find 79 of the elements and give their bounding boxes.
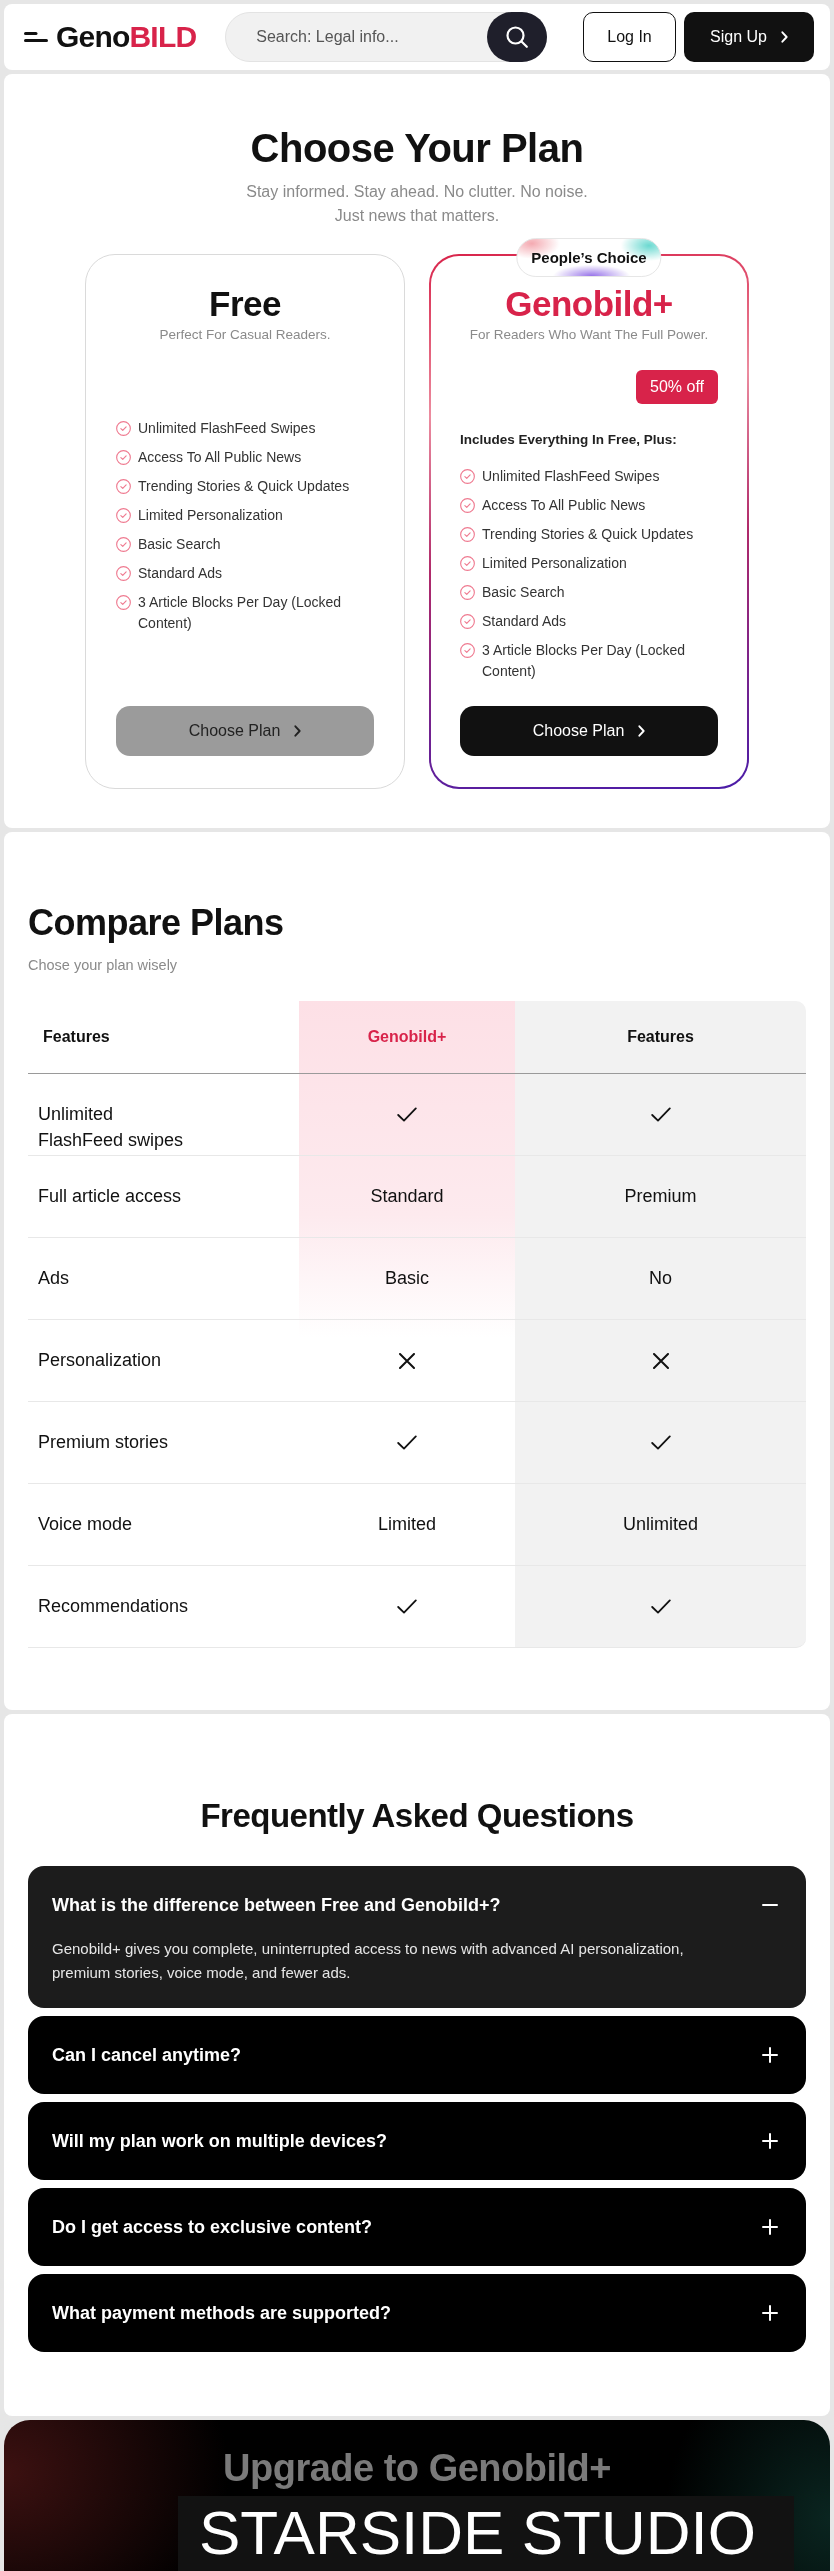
check-circle-icon bbox=[460, 527, 475, 542]
check-icon bbox=[397, 1435, 417, 1450]
faq-question[interactable]: Can I cancel anytime? bbox=[52, 2043, 778, 2067]
faq-question[interactable]: Do I get access to exclusive content? bbox=[52, 2215, 778, 2239]
column-header: Genobild+ bbox=[299, 1001, 515, 1074]
feature-text: Unlimited FlashFeed Swipes bbox=[138, 419, 316, 438]
check-circle-icon bbox=[116, 421, 131, 436]
check-circle-icon bbox=[116, 537, 131, 552]
feature-text: Basic Search bbox=[138, 535, 221, 554]
page-subtitle: Stay informed. Stay ahead. No clutter. No noise. Just news that matters. bbox=[245, 182, 589, 226]
discount-badge: 50% off bbox=[636, 370, 718, 404]
chevron-right-icon bbox=[638, 725, 646, 737]
feature-text: Limited Personalization bbox=[482, 554, 627, 573]
feature-text: 3 Article Blocks Per Day (Locked Content) bbox=[482, 641, 687, 681]
plan-name: Genobild+ bbox=[504, 283, 674, 325]
feature-text: Basic Search bbox=[482, 583, 565, 602]
feature-text: Access To All Public News bbox=[482, 496, 646, 515]
table-cell: Premium bbox=[515, 1156, 806, 1238]
column-header: Features bbox=[515, 1001, 806, 1074]
plus-icon bbox=[762, 2047, 778, 2063]
plus-icon bbox=[762, 2219, 778, 2235]
check-circle-icon bbox=[116, 595, 131, 610]
search-icon bbox=[506, 26, 529, 48]
brand-banner: STARSIDE STUDIO bbox=[178, 2496, 794, 2571]
check-circle-icon bbox=[116, 450, 131, 465]
check-icon bbox=[650, 1599, 671, 1614]
check-icon bbox=[397, 1107, 417, 1122]
table-cell: Standard bbox=[299, 1156, 515, 1238]
faq-question[interactable]: What is the difference between Free and Genobild+? bbox=[52, 1893, 778, 1917]
check-circle-icon bbox=[460, 585, 475, 600]
page-title: Choose Your Plan bbox=[249, 125, 585, 172]
section-subtitle: Chose your plan wisely bbox=[28, 956, 179, 975]
table-cell: No bbox=[515, 1238, 806, 1320]
upgrade-heading: Upgrade to Genobild+ bbox=[222, 2446, 612, 2490]
check-circle-icon bbox=[460, 614, 475, 629]
sign-up-button[interactable]: Sign Up bbox=[684, 12, 814, 62]
check-circle-icon bbox=[460, 643, 475, 658]
includes-text: Includes Everything In Free, Plus: bbox=[460, 431, 678, 449]
faq-question[interactable]: Will my plan work on multiple devices? bbox=[52, 2129, 778, 2153]
choose-plan-button[interactable]: Choose Plan bbox=[460, 706, 718, 756]
table-cell: Unlimited bbox=[515, 1484, 806, 1566]
minus-icon bbox=[762, 1904, 778, 1906]
feature-text: Limited Personalization bbox=[138, 506, 283, 525]
feature-text: 3 Article Blocks Per Day (Locked Content) bbox=[138, 593, 343, 633]
check-icon bbox=[650, 1435, 671, 1450]
search-button[interactable] bbox=[487, 12, 548, 62]
check-circle-icon bbox=[460, 469, 475, 484]
plan-tagline: For Readers Who Want The Full Power. bbox=[468, 326, 710, 344]
feature-text: Standard Ads bbox=[138, 564, 223, 583]
choice-badge: People’s Choice bbox=[516, 238, 662, 277]
log-in-button[interactable]: Log In bbox=[583, 12, 676, 62]
check-circle-icon bbox=[460, 556, 475, 571]
chevron-right-icon bbox=[780, 31, 788, 43]
menu-icon[interactable] bbox=[24, 32, 48, 42]
check-circle-icon bbox=[116, 479, 131, 494]
check-circle-icon bbox=[460, 498, 475, 513]
check-circle-icon bbox=[116, 508, 131, 523]
section-title: Compare Plans bbox=[28, 901, 285, 945]
check-icon bbox=[650, 1107, 671, 1122]
feature-text: Unlimited FlashFeed Swipes bbox=[482, 467, 660, 486]
plan-tagline: Perfect For Casual Readers. bbox=[158, 326, 332, 344]
plan-name: Free bbox=[208, 283, 282, 325]
check-circle-icon bbox=[116, 566, 131, 581]
feature-text: Access To All Public News bbox=[138, 448, 302, 467]
feature-text: Trending Stories & Quick Updates bbox=[482, 525, 694, 544]
plus-icon bbox=[762, 2305, 778, 2321]
feature-text: Standard Ads bbox=[482, 612, 567, 631]
cross-icon bbox=[399, 1352, 415, 1369]
section-title: Frequently Asked Questions bbox=[199, 1796, 635, 1836]
logo[interactable]: GenoBILD bbox=[56, 19, 197, 55]
faq-question[interactable]: What payment methods are supported? bbox=[52, 2301, 778, 2325]
choose-plan-button[interactable]: Choose Plan bbox=[116, 706, 374, 756]
plus-icon bbox=[762, 2133, 778, 2149]
feature-text: Trending Stories & Quick Updates bbox=[138, 477, 350, 496]
faq-answer: Genobild+ gives you complete, uninterrupted access to news with advanced AI personalization, premium stories, voice mode, and fewer ads. bbox=[52, 1939, 685, 1983]
table-cell: Basic bbox=[299, 1238, 515, 1320]
check-icon bbox=[397, 1599, 417, 1614]
chevron-right-icon bbox=[294, 725, 302, 737]
cross-icon bbox=[652, 1352, 669, 1369]
